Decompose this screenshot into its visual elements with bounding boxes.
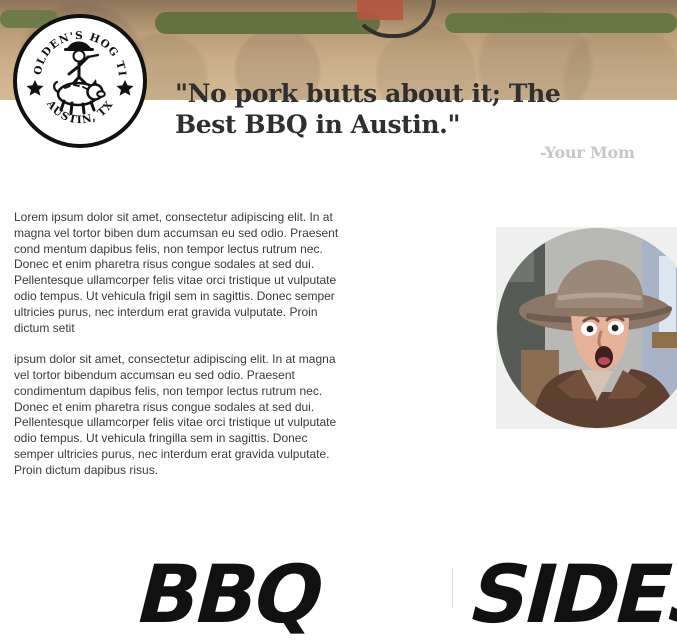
testimonial-quote: "No pork butts about it; The Best BBQ in… bbox=[175, 78, 605, 140]
cowboy-portrait[interactable] bbox=[497, 228, 677, 428]
sides-section-title: SIDES bbox=[460, 548, 677, 641]
testimonial-author: -Your Mom bbox=[540, 143, 635, 162]
brand-logo-art: HOLDEN'S HOG TIE AUSTIN, TX bbox=[17, 18, 139, 140]
cowboy-portrait-image bbox=[497, 228, 677, 428]
section-divider bbox=[452, 568, 453, 608]
intro-paragraph-2: ipsum dolor sit amet, consectetur adipis… bbox=[14, 352, 337, 477]
portrait-card bbox=[496, 227, 677, 429]
quote-line-1: "No pork butts about it; The bbox=[175, 79, 561, 108]
bbq-section-title: BBQ bbox=[127, 548, 332, 641]
quote-line-2: Best BBQ in Austin." bbox=[175, 110, 461, 139]
hero-grass-right bbox=[445, 13, 677, 33]
intro-copy: Lorem ipsum dolor sit amet, consectetur … bbox=[14, 210, 340, 479]
brand-logo[interactable]: HOLDEN'S HOG TIE AUSTIN, TX bbox=[13, 14, 147, 148]
intro-paragraph-1: Lorem ipsum dolor sit amet, consectetur … bbox=[14, 210, 339, 335]
hero-grass-left bbox=[155, 12, 380, 34]
